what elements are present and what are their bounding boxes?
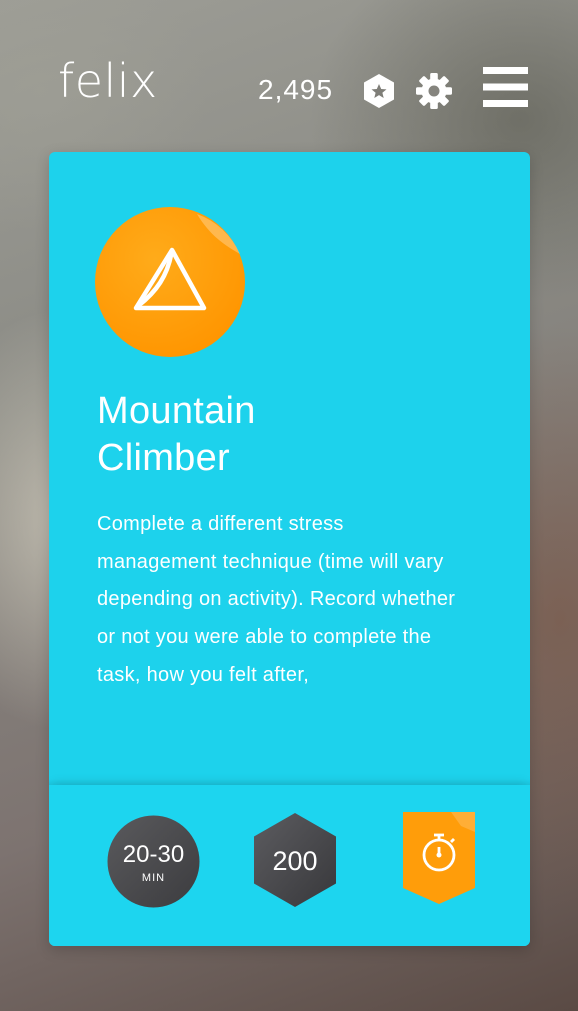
mountain-icon — [94, 206, 246, 358]
gear-icon[interactable] — [415, 72, 453, 110]
hamburger-menu-icon[interactable] — [483, 67, 528, 107]
points-total: 2,495 — [258, 74, 334, 105]
duration-unit: MIN — [142, 872, 165, 884]
challenge-footer: 20-30 MIN 200 — [49, 779, 530, 946]
app-logo: felix — [58, 54, 158, 108]
badge-star-icon[interactable] — [362, 73, 396, 109]
top-bar: felix 2,495 — [0, 0, 578, 150]
duration-badge: 20-30 MIN — [107, 815, 200, 908]
duration-value: 20-30 — [123, 841, 184, 868]
reward-points-badge: 200 — [253, 812, 337, 908]
challenge-title-line1: Mountain — [97, 390, 256, 432]
challenge-title-line2: Climber — [97, 437, 231, 479]
challenge-title: Mountain Climber — [97, 388, 457, 482]
reward-points-value: 200 — [272, 846, 317, 876]
stopwatch-icon[interactable] — [403, 812, 475, 904]
challenge-description: Complete a different stress management t… — [97, 513, 456, 686]
challenge-card[interactable]: Mountain Climber Complete a different st… — [49, 152, 530, 946]
